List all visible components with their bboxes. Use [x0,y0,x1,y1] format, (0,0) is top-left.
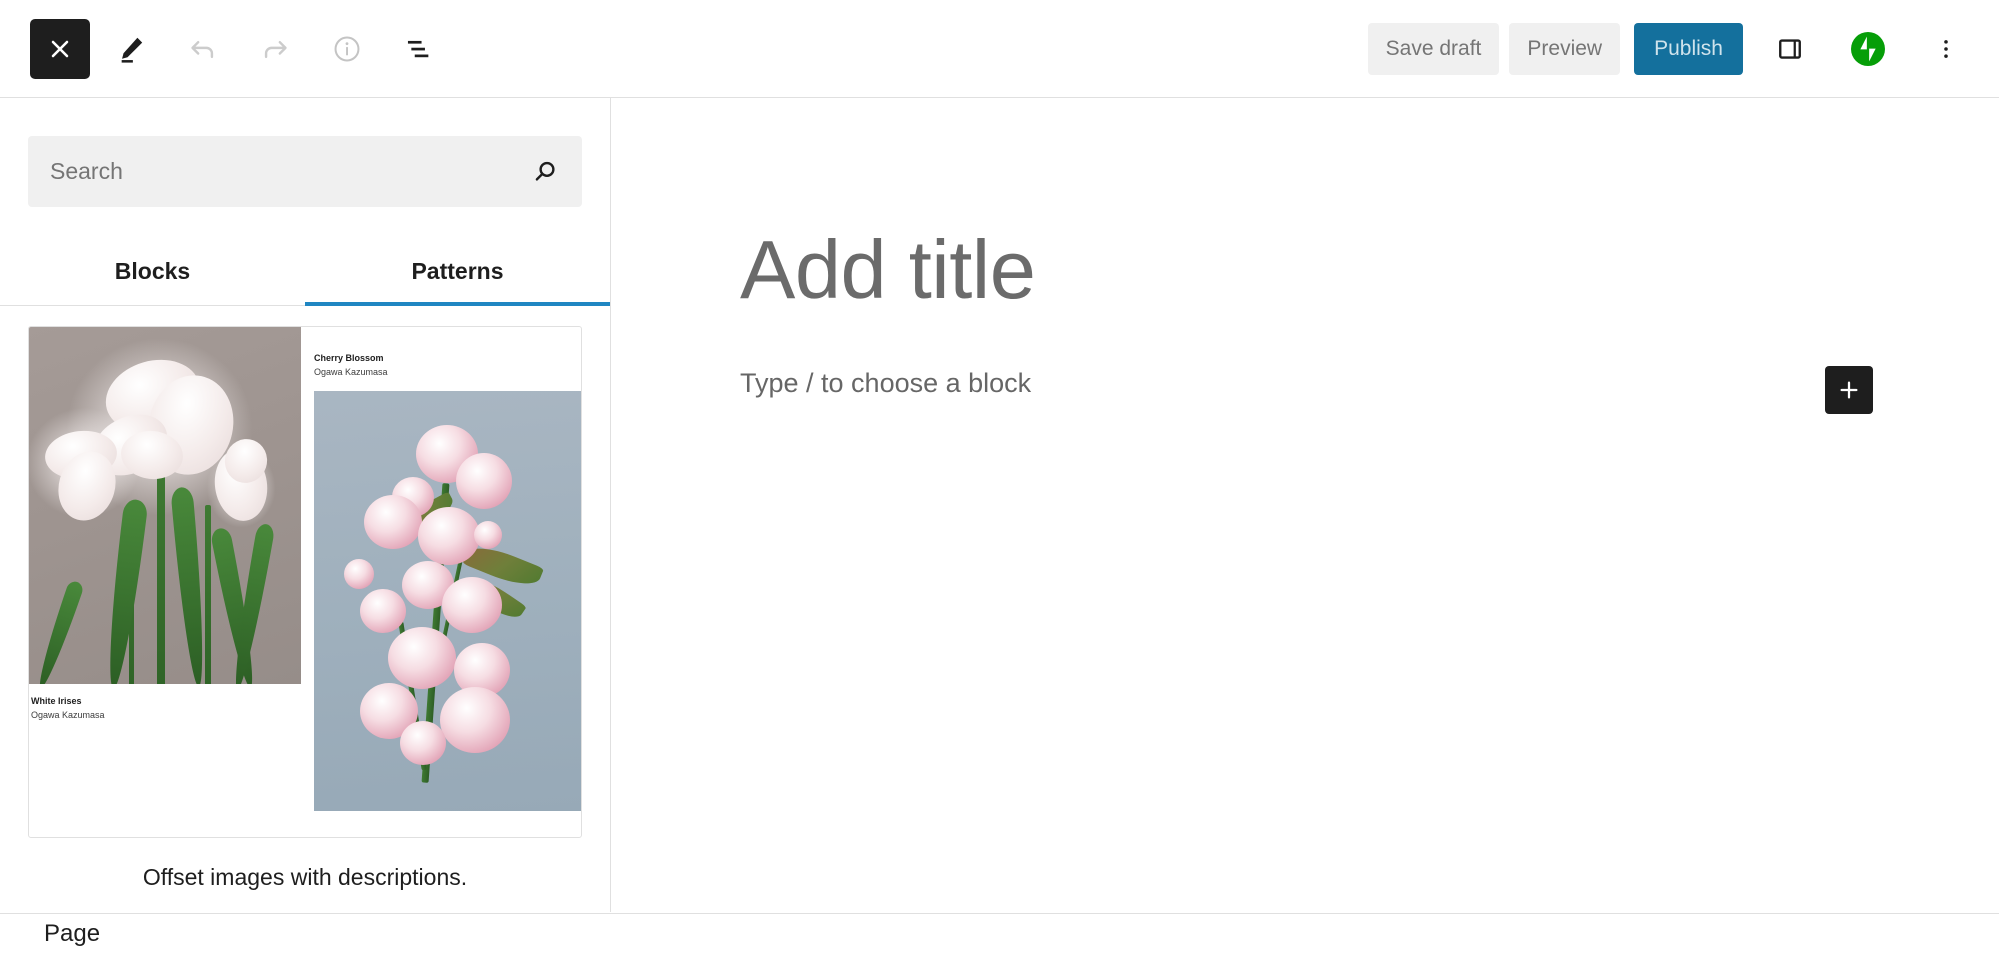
document-breadcrumb-bar: Page [0,913,1999,953]
search-input[interactable] [28,136,582,207]
add-block-button[interactable] [1825,366,1873,414]
wordpress-block-editor: Save draft Preview Publish Search Blocks… [0,0,1999,953]
pattern-card-offset-images[interactable]: White Irises Ogawa Kazumasa Cherry Bloss… [28,326,582,838]
redo-button[interactable] [244,18,306,80]
undo-icon [191,40,214,58]
undo-button[interactable] [172,18,234,80]
sidebar-panel-icon [1779,38,1801,59]
publish-button[interactable]: Publish [1634,22,1743,75]
preview-button[interactable]: Preview [1509,22,1621,75]
pattern-item-title: Cherry Blossom [314,353,384,363]
save-draft-button[interactable]: Save draft [1367,22,1500,75]
list-view-button[interactable] [388,18,450,80]
pattern-image-white-irises [29,327,301,684]
edit-mode-button[interactable] [100,18,162,80]
more-options-button[interactable] [1915,18,1977,80]
tab-patterns[interactable]: Patterns [305,237,610,306]
close-icon [51,40,69,57]
header-left-group [30,18,450,80]
pattern-item-title: White Irises [31,696,82,706]
header-right-group: Save draft Preview Publish [1367,18,1977,80]
close-editor-button[interactable] [30,18,90,79]
pattern-label: Offset images with descriptions. [142,864,468,890]
more-options-vertical-icon [1944,39,1948,58]
default-block-appender[interactable]: Type / to choose a block [740,368,1999,399]
jetpack-icon [1851,31,1885,66]
jetpack-button[interactable] [1837,18,1899,80]
list-view-icon [407,40,429,57]
document-info-button[interactable] [316,18,378,80]
pattern-caption-cherry-blossom: Cherry Blossom Ogawa Kazumasa [314,352,514,378]
settings-sidebar-toggle-button[interactable] [1759,18,1821,80]
redo-icon [264,40,287,58]
pattern-caption-white-irises: White Irises Ogawa Kazumasa [31,695,231,721]
post-title-input[interactable]: Add title [740,228,1999,311]
pattern-preview: White Irises Ogawa Kazumasa Cherry Bloss… [29,327,581,837]
pencil-icon [121,37,143,63]
pattern-list: White Irises Ogawa Kazumasa Cherry Bloss… [0,306,610,891]
pattern-item-credit: Ogawa Kazumasa [31,710,105,721]
pattern-image-cherry-blossom [314,391,581,811]
document-body: Add title Type / to choose a block [612,98,1999,414]
breadcrumb-item-page[interactable]: Page [44,920,100,948]
editor-header-toolbar: Save draft Preview Publish [0,0,1999,98]
info-icon [334,36,360,61]
inserter-tabs: Blocks Patterns [0,237,610,306]
plus-icon [1840,381,1858,399]
editor-canvas: Add title Type / to choose a block [612,98,1999,912]
search-field-wrapper [28,136,582,207]
pattern-item-credit: Ogawa Kazumasa [314,367,388,378]
tab-blocks[interactable]: Blocks [0,237,305,305]
block-inserter-sidebar: Blocks Patterns [0,98,611,912]
